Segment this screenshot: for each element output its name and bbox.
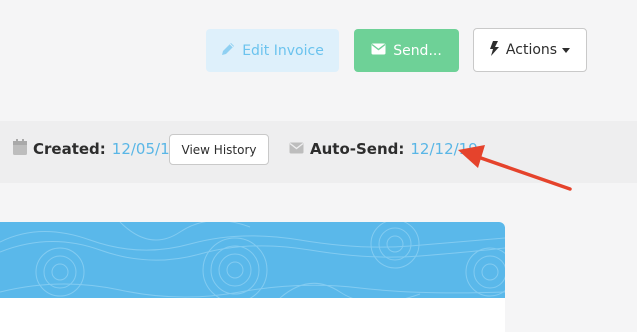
calendar-icon — [13, 139, 27, 159]
auto-send-label: Auto-Send: — [310, 140, 405, 158]
pencil-icon — [221, 42, 235, 60]
edit-invoice-label: Edit Invoice — [242, 42, 324, 59]
view-history-button[interactable]: View History — [169, 134, 269, 165]
auto-send-info: Auto-Send: 12/12/19 — [289, 138, 478, 160]
invoice-banner — [0, 222, 505, 303]
send-button[interactable]: Send... — [354, 29, 459, 72]
auto-send-date[interactable]: 12/12/19 — [410, 140, 477, 158]
envelope-icon — [371, 43, 386, 59]
actions-dropdown-button[interactable]: Actions — [473, 28, 587, 72]
edit-invoice-button[interactable]: Edit Invoice — [206, 29, 339, 72]
envelope-icon — [289, 140, 304, 158]
caret-down-icon — [562, 47, 571, 53]
created-label: Created: — [33, 140, 106, 158]
view-history-label: View History — [181, 142, 257, 157]
bolt-icon — [489, 40, 499, 60]
actions-label: Actions — [505, 42, 558, 58]
invoice-preview-card — [0, 222, 505, 332]
created-info: Created: 12/05/19 — [13, 138, 179, 160]
send-label: Send... — [393, 42, 442, 59]
